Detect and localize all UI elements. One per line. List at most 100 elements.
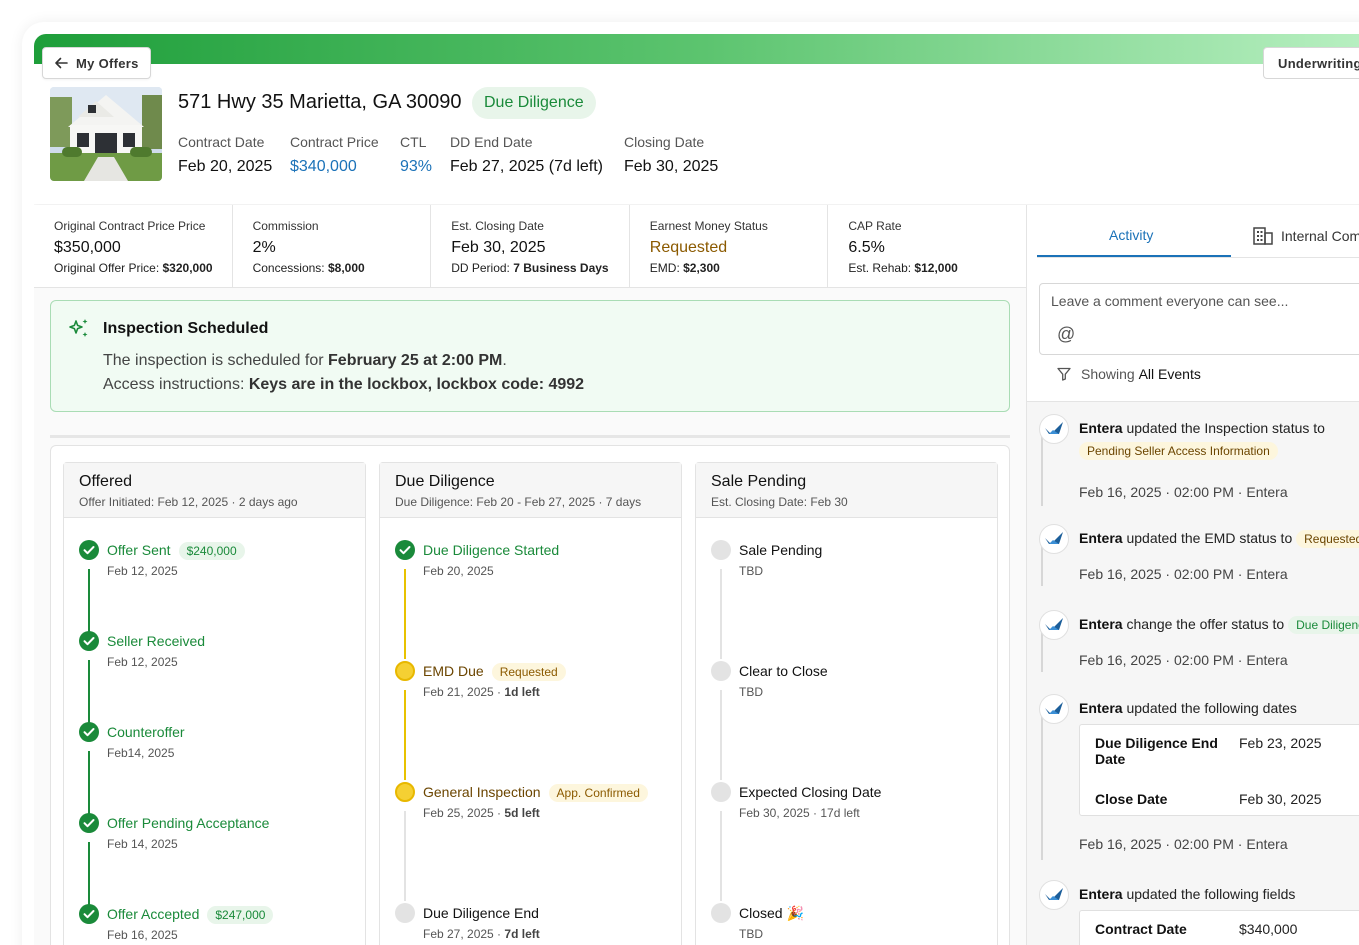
ctl-value[interactable]: 93% bbox=[400, 158, 432, 176]
step-title: EMD Due Requested bbox=[423, 663, 566, 681]
metric-label: Est. Closing Date bbox=[451, 219, 544, 233]
step-date: TBD bbox=[739, 564, 763, 578]
entera-logo-icon bbox=[1039, 414, 1069, 444]
closing-date-stat: Closing Date Feb 30, 2025 bbox=[624, 134, 718, 176]
alert-schedule-line: The inspection is scheduled for February… bbox=[103, 352, 507, 369]
metric-commission: Commission 2% Concessions: $8,000 bbox=[233, 205, 432, 287]
check-circle-icon bbox=[79, 813, 99, 833]
metric-value: $350,000 bbox=[54, 239, 121, 256]
event-pill-wrap: Pending Seller Access Information bbox=[1079, 442, 1278, 460]
step-date: Feb 12, 2025 bbox=[107, 564, 178, 578]
column-subtitle: Due Diligence: Feb 20 - Feb 27, 2025 · 7… bbox=[395, 495, 642, 509]
inspection-alert: Inspection Scheduled The inspection is s… bbox=[50, 300, 1010, 412]
header-gradient-bar bbox=[34, 34, 1359, 64]
field-name: Close Date bbox=[1095, 791, 1168, 807]
activity-panel: Activity Internal Com Leave a comment ev… bbox=[1026, 205, 1359, 945]
step-date: Feb 16, 2025 bbox=[107, 928, 178, 942]
timeline-connector bbox=[88, 842, 90, 912]
active-tab-indicator bbox=[1037, 255, 1231, 257]
tab-internal-comments[interactable]: Internal Com bbox=[1253, 227, 1359, 245]
filter-icon bbox=[1057, 367, 1071, 381]
column-subtitle: Offer Initiated: Feb 12, 2025 · 2 days a… bbox=[79, 495, 298, 509]
tab-activity[interactable]: Activity bbox=[1109, 227, 1153, 243]
underwriting-button-label: Underwriting bbox=[1278, 55, 1359, 71]
metric-original-price: Original Contract Price Price $350,000 O… bbox=[34, 205, 233, 287]
timeline-connector bbox=[404, 690, 406, 780]
underwriting-button[interactable]: Underwriting bbox=[1263, 47, 1359, 79]
metric-sub: EMD: $2,300 bbox=[649, 261, 720, 275]
step-title: Seller Received bbox=[107, 633, 206, 649]
step-title: Offer Sent $240,000 bbox=[107, 542, 245, 560]
contract-date-value: Feb 20, 2025 bbox=[178, 158, 273, 175]
metric-earnest-money: Earnest Money Status Requested EMD: $2,3… bbox=[630, 205, 829, 287]
step-date: TBD bbox=[739, 685, 763, 699]
metric-label: Commission bbox=[252, 219, 319, 233]
arrow-left-icon bbox=[55, 57, 68, 69]
tab-divider bbox=[1037, 257, 1359, 258]
feed-connector bbox=[1041, 546, 1043, 586]
step-title: Closed 🎉 bbox=[739, 905, 804, 921]
metrics-row: Original Contract Price Price $350,000 O… bbox=[34, 205, 1026, 288]
property-photo bbox=[50, 87, 162, 181]
step-title: Due Diligence Started bbox=[423, 542, 560, 558]
status-pill: Requested bbox=[491, 663, 566, 681]
column-header: Due Diligence Due Diligence: Feb 20 - Fe… bbox=[380, 463, 681, 518]
step-date: Feb 27, 2025 · 7d left bbox=[423, 927, 540, 941]
pending-circle-icon bbox=[711, 661, 731, 681]
check-circle-icon bbox=[79, 722, 99, 742]
step-date: Feb 21, 2025 · 1d left bbox=[423, 685, 540, 699]
status-pill: Pending Seller Access Information bbox=[1079, 442, 1278, 460]
step-title: General Inspection App. Confirmed bbox=[423, 784, 648, 802]
timeline-connector bbox=[88, 660, 90, 730]
sparkle-icon bbox=[69, 319, 88, 337]
status-pill: Requested bbox=[1296, 530, 1359, 548]
status-pill: Due Diligence bbox=[1288, 616, 1359, 634]
event-meta: Feb 16, 2025 · 02:00 PM · Entera bbox=[1079, 484, 1288, 500]
changed-fields-table: Contract Date $340,000 bbox=[1079, 910, 1359, 945]
entera-logo-icon bbox=[1039, 880, 1069, 910]
step-date: TBD bbox=[739, 927, 763, 941]
metric-label: CAP Rate bbox=[848, 219, 902, 233]
event-meta: Feb 16, 2025 · 02:00 PM · Entera bbox=[1079, 836, 1288, 852]
metric-label: Original Contract Price Price bbox=[54, 219, 206, 233]
column-title: Sale Pending bbox=[711, 473, 807, 490]
metric-value: 6.5% bbox=[848, 239, 885, 256]
step-date: Feb 20, 2025 bbox=[423, 564, 494, 578]
contract-price-value[interactable]: $340,000 bbox=[290, 158, 379, 176]
metric-label: Earnest Money Status bbox=[649, 219, 768, 233]
alert-access-line: Access instructions: Keys are in the loc… bbox=[103, 376, 585, 393]
amount-pill: $247,000 bbox=[207, 906, 274, 924]
pending-circle-icon bbox=[395, 903, 415, 923]
clock-warning-icon bbox=[395, 782, 415, 802]
event-filter[interactable]: Showing All Events bbox=[1057, 366, 1201, 382]
building-icon bbox=[1253, 227, 1273, 245]
field-name: Due Diligence End Date bbox=[1095, 735, 1218, 767]
check-circle-icon bbox=[79, 631, 99, 651]
step-date: Feb 12, 2025 bbox=[107, 655, 178, 669]
step-title: Offer Pending Acceptance bbox=[107, 815, 270, 831]
field-value: Feb 23, 2025 bbox=[1239, 735, 1322, 751]
event-text: Entera updated the EMD status to Request… bbox=[1079, 530, 1359, 548]
column-header: Offered Offer Initiated: Feb 12, 2025 · … bbox=[64, 463, 365, 518]
changed-dates-table: Due Diligence End Date Feb 23, 2025 Close… bbox=[1079, 724, 1359, 816]
column-title: Offered bbox=[79, 473, 133, 490]
timeline-connector bbox=[404, 569, 406, 659]
filter-label: Showing All Events bbox=[1081, 366, 1201, 382]
mention-icon[interactable]: @ bbox=[1057, 324, 1075, 345]
metric-sub: Est. Rehab: $12,000 bbox=[848, 261, 958, 275]
column-due-diligence: Due Diligence Due Diligence: Feb 20 - Fe… bbox=[379, 462, 682, 945]
contract-date-stat: Contract Date Feb 20, 2025 bbox=[178, 134, 272, 176]
step-title: Sale Pending bbox=[739, 542, 823, 558]
timeline-connector bbox=[720, 569, 722, 659]
section-divider bbox=[50, 435, 1010, 438]
check-circle-icon bbox=[395, 540, 415, 560]
pipeline-board: Offered Offer Initiated: Feb 12, 2025 · … bbox=[50, 445, 1010, 945]
back-to-offers-button[interactable]: My Offers bbox=[42, 47, 151, 79]
event-text: Entera updated the Inspection status to bbox=[1079, 420, 1325, 436]
metric-sub: Original Offer Price: $320,000 bbox=[54, 261, 213, 275]
comment-input[interactable]: Leave a comment everyone can see... @ bbox=[1039, 283, 1359, 355]
timeline-connector bbox=[88, 751, 90, 821]
property-address: 571 Hwy 35 Marietta, GA 30090 bbox=[178, 91, 462, 113]
dd-end-label: DD End Date bbox=[450, 134, 533, 150]
stage-badge: Due Diligence bbox=[472, 87, 596, 119]
